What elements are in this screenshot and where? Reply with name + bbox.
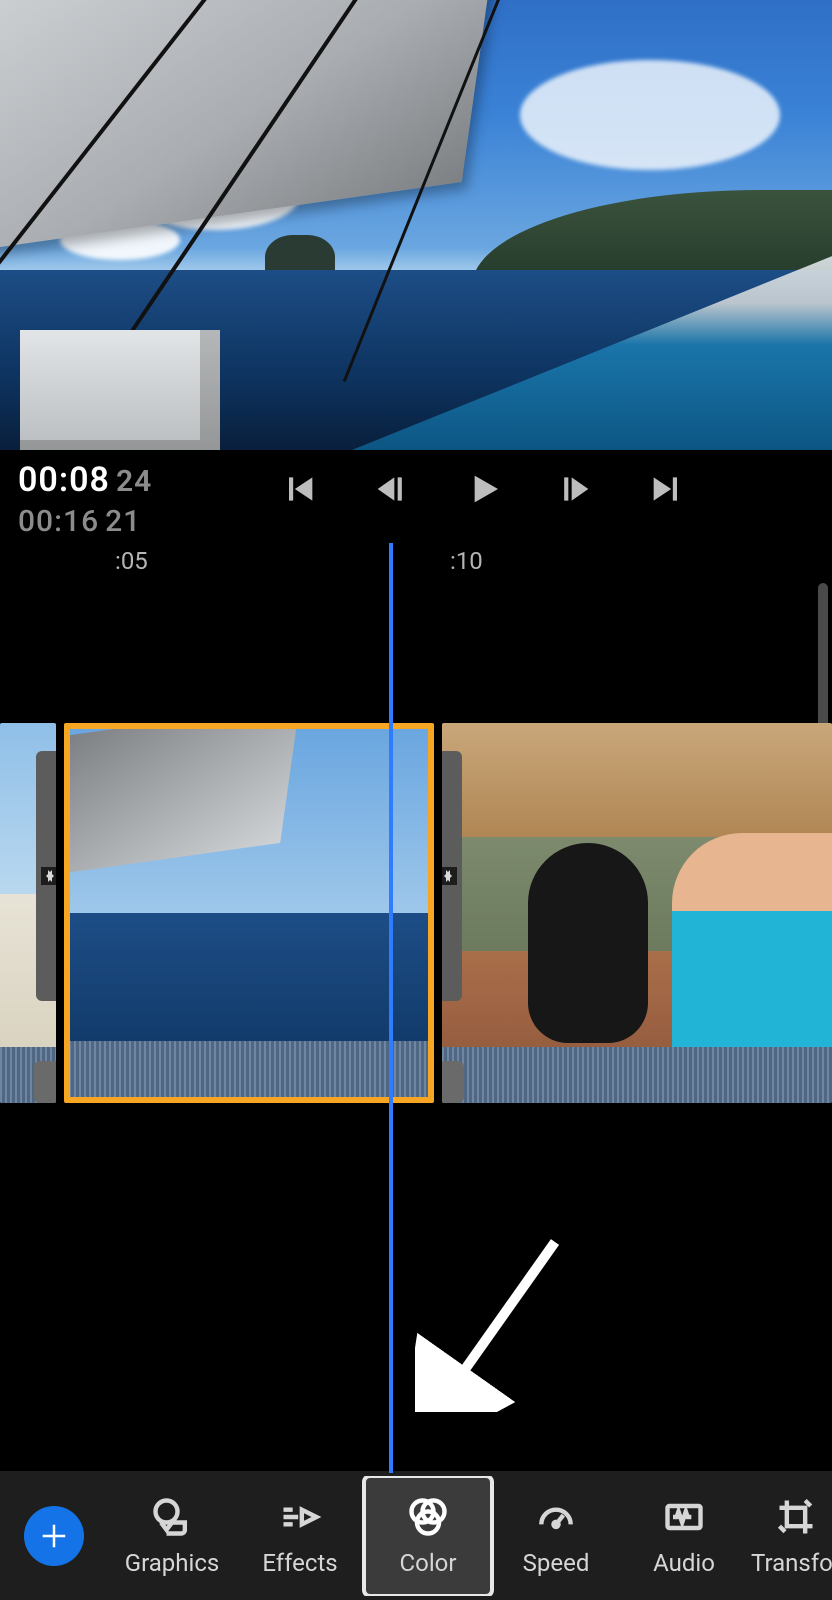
ruler-mark-5: :05 xyxy=(115,547,148,575)
playhead[interactable] xyxy=(389,543,393,1473)
step-back-button[interactable] xyxy=(368,466,414,512)
clip-1-trim-right[interactable] xyxy=(36,751,56,1001)
tool-graphics[interactable]: Graphics xyxy=(108,1476,236,1596)
clip-3-trim-left[interactable] xyxy=(442,751,462,1001)
video-preview[interactable] xyxy=(0,0,832,450)
tool-speed[interactable]: Speed xyxy=(492,1476,620,1596)
graphics-icon xyxy=(150,1495,194,1539)
go-to-end-button[interactable] xyxy=(644,466,690,512)
speed-icon xyxy=(534,1495,578,1539)
tool-speed-label: Speed xyxy=(523,1549,590,1577)
clip-3-audio xyxy=(442,1047,832,1103)
transport-bar: 00:0824 00:1621 xyxy=(0,450,832,539)
timeline[interactable] xyxy=(0,583,832,1353)
audio-icon xyxy=(662,1495,706,1539)
total-frames: 21 xyxy=(105,504,141,539)
effects-icon xyxy=(278,1495,322,1539)
tool-color-label: Color xyxy=(400,1549,457,1577)
go-to-start-button[interactable] xyxy=(276,466,322,512)
color-icon xyxy=(406,1495,450,1539)
clip-1[interactable] xyxy=(0,723,56,1103)
tool-color[interactable]: Color xyxy=(364,1476,492,1596)
time-ruler[interactable]: :05 :10 xyxy=(0,543,832,583)
clip-3-audio-handle[interactable] xyxy=(442,1061,464,1103)
clip-track xyxy=(0,723,832,1103)
add-media-button[interactable] xyxy=(24,1506,84,1566)
tool-effects[interactable]: Effects xyxy=(236,1476,364,1596)
bottom-toolbar: Graphics Effects Color Speed Audio Trans… xyxy=(0,1470,832,1600)
tool-transform[interactable]: Transfor xyxy=(748,1476,832,1596)
tool-audio[interactable]: Audio xyxy=(620,1476,748,1596)
clip-1-audio-handle[interactable] xyxy=(34,1061,56,1103)
transform-icon xyxy=(774,1495,818,1539)
tool-transform-label: Transfor xyxy=(751,1549,832,1577)
tool-audio-label: Audio xyxy=(653,1549,715,1577)
current-time: 00:0824 xyxy=(18,460,152,500)
total-time: 00:1621 xyxy=(18,504,152,539)
current-seconds: 00:08 xyxy=(18,460,110,500)
current-frames: 24 xyxy=(116,464,152,499)
tool-graphics-label: Graphics xyxy=(125,1549,220,1577)
clip-3[interactable] xyxy=(442,723,832,1103)
play-button[interactable] xyxy=(460,466,506,512)
total-seconds: 00:16 xyxy=(18,504,99,539)
timeline-scrollbar[interactable] xyxy=(818,583,828,733)
tool-effects-label: Effects xyxy=(262,1549,337,1577)
clip-2-audio xyxy=(64,1041,434,1097)
clip-2-selected[interactable] xyxy=(64,723,434,1103)
step-forward-button[interactable] xyxy=(552,466,598,512)
timecode: 00:0824 00:1621 xyxy=(18,460,152,539)
ruler-mark-10: :10 xyxy=(450,547,483,575)
